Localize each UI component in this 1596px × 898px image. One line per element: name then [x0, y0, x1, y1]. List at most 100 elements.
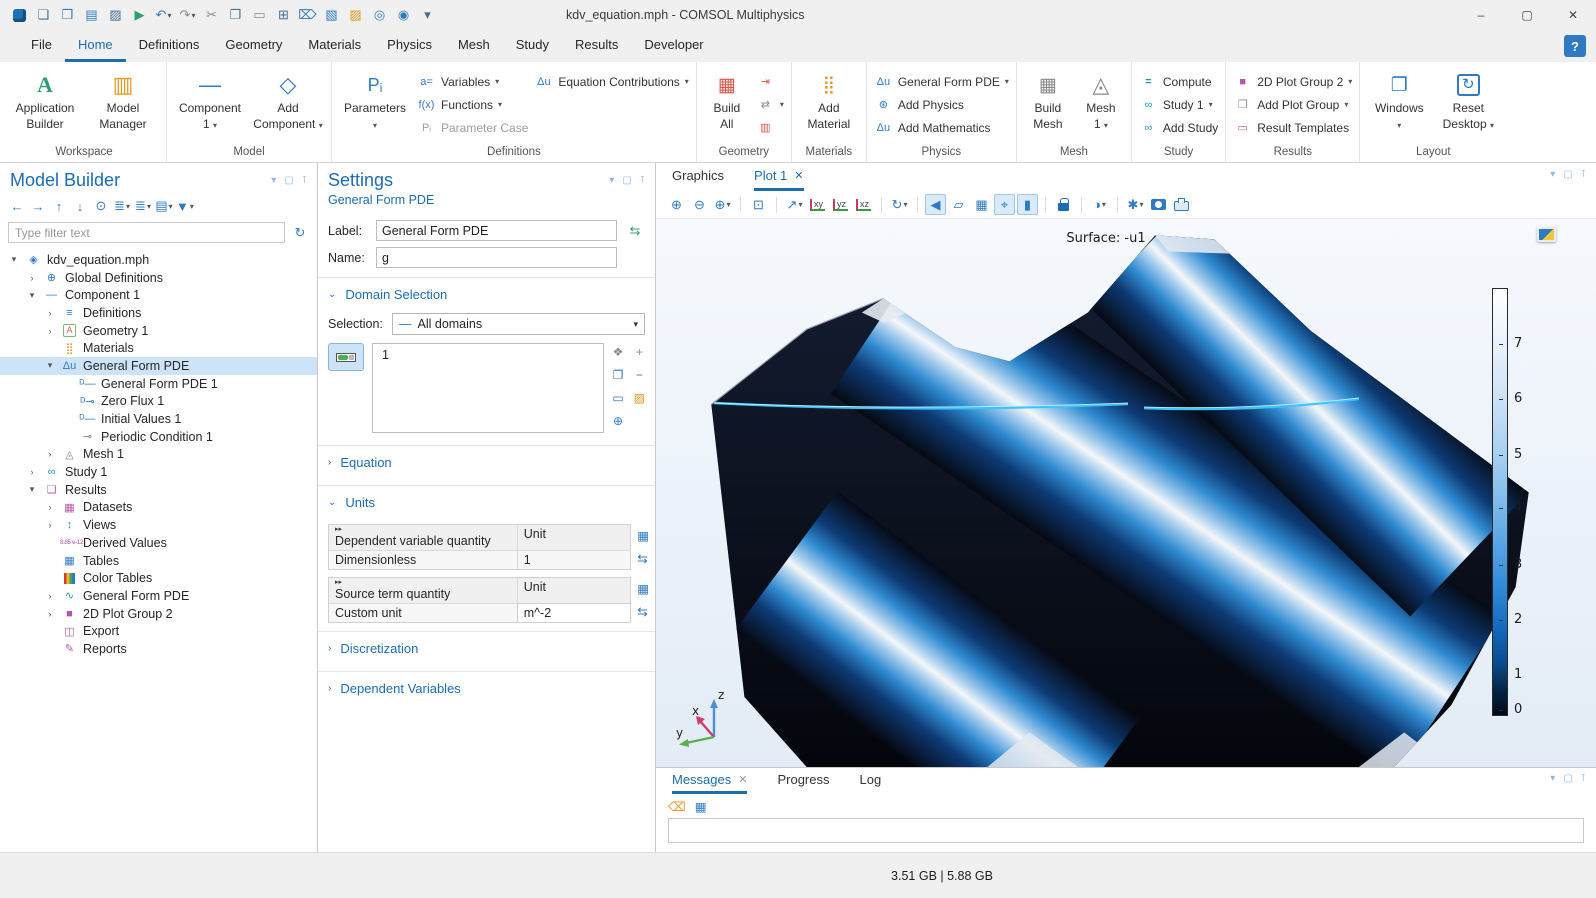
save-button[interactable]: ▤: [80, 4, 103, 26]
filter-text-input[interactable]: [8, 222, 285, 243]
update-plot-button[interactable]: ✱▾: [1125, 194, 1146, 215]
tree-item-tables[interactable]: ▦Tables: [0, 552, 317, 570]
tree-item-initial-values-1[interactable]: ᴰ—Initial Values 1: [0, 410, 317, 428]
expander-icon[interactable]: ›: [44, 609, 56, 619]
message-table-button[interactable]: ▦: [695, 799, 707, 814]
unit-input-cell[interactable]: m^-2: [517, 603, 631, 623]
unit-cell[interactable]: 1: [518, 551, 630, 569]
box-select-button[interactable]: ▧: [320, 4, 343, 26]
tab-messages[interactable]: Messages✕: [672, 768, 747, 794]
expander-icon[interactable]: ›: [44, 449, 56, 459]
tree-item-results-general-form-pde[interactable]: ›∿General Form PDE: [0, 587, 317, 605]
float-panel-icon[interactable]: ▢: [1563, 169, 1572, 180]
more-commands-button[interactable]: ▾: [416, 4, 439, 26]
expander-icon[interactable]: ›: [44, 326, 56, 336]
unit-syntax-button[interactable]: ▦: [637, 528, 649, 543]
environment-button[interactable]: ◑▾: [1089, 194, 1110, 215]
tree-item-materials[interactable]: ⣿Materials: [0, 339, 317, 357]
expander-icon[interactable]: ›: [26, 467, 38, 477]
show-grid-button[interactable]: ▦: [971, 194, 992, 215]
domain-selection-list[interactable]: 1: [372, 343, 604, 433]
zoom-extents-button[interactable]: ⊡: [748, 194, 769, 215]
go-forward-button[interactable]: →: [29, 196, 47, 216]
clear-selection-button[interactable]: ▨: [344, 4, 367, 26]
scene-light-button[interactable]: ◀: [925, 194, 946, 215]
windows-button[interactable]: ❐Windows▾: [1367, 64, 1431, 145]
section-domain-selection[interactable]: ⌄Domain Selection: [318, 277, 655, 311]
add-physics-button[interactable]: ⊛Add Physics: [874, 95, 1009, 114]
image-snapshot-button[interactable]: [1148, 194, 1169, 215]
tree-item-general-form-pde[interactable]: ▾ΔuGeneral Form PDE: [0, 357, 317, 375]
tree-item-definitions[interactable]: ›≡Definitions: [0, 304, 317, 322]
plot-image-icon[interactable]: [1537, 227, 1556, 242]
section-units[interactable]: ⌄Units: [318, 485, 655, 519]
tree-item-general-form-pde-1[interactable]: ᴰ—General Form PDE 1: [0, 375, 317, 393]
add-material-button[interactable]: ⣿AddMaterial: [799, 64, 859, 145]
functions-button[interactable]: f(x)Functions▾: [417, 95, 528, 114]
panel-menu-icon[interactable]: ▾: [609, 175, 614, 186]
show-axis-button[interactable]: ⌖: [994, 194, 1015, 215]
tab-log[interactable]: Log: [860, 768, 882, 794]
selection-dropdown[interactable]: —All domains▾: [392, 313, 645, 335]
move-up-button[interactable]: ↑: [50, 196, 68, 216]
paste-button[interactable]: ▭: [248, 4, 271, 26]
panel-menu-icon[interactable]: ▾: [1550, 169, 1555, 180]
variables-button[interactable]: a=Variables▾: [417, 72, 528, 91]
add-mathematics-button[interactable]: ΔuAdd Mathematics: [874, 118, 1009, 137]
new-file-button[interactable]: ❏: [32, 4, 55, 26]
view-xy-button[interactable]: xy: [807, 194, 828, 215]
refresh-icon[interactable]: ↻: [291, 223, 309, 243]
tree-item-periodic-condition-1[interactable]: ⊸Periodic Condition 1: [0, 428, 317, 446]
expander-icon[interactable]: ›: [44, 308, 56, 318]
tab-materials[interactable]: Materials: [295, 30, 374, 62]
help-button[interactable]: ?: [1564, 35, 1586, 57]
find-button[interactable]: ◎: [368, 4, 391, 26]
undo-button[interactable]: ↶▾: [152, 4, 175, 26]
tab-mesh[interactable]: Mesh: [445, 30, 503, 62]
mesh-1-button[interactable]: ◬Mesh1 ▾: [1078, 64, 1124, 145]
view-xz-button[interactable]: xz: [853, 194, 874, 215]
tree-item-2d-plot-group-2[interactable]: ›■2D Plot Group 2: [0, 605, 317, 623]
collapse-all-button[interactable]: ≣▾: [134, 196, 152, 216]
model-tree-nodes-button[interactable]: ▤▾: [155, 196, 173, 216]
expander-icon[interactable]: ›: [44, 520, 56, 530]
float-panel-icon[interactable]: ▢: [284, 175, 293, 186]
tree-item-reports[interactable]: ✎Reports: [0, 640, 317, 658]
pin-panel-icon[interactable]: ⊺: [302, 175, 307, 186]
float-panel-icon[interactable]: ▢: [1563, 773, 1572, 784]
expander-icon[interactable]: ▾: [44, 360, 56, 371]
section-dependent-variables[interactable]: ›Dependent Variables: [318, 671, 655, 705]
tab-graphics[interactable]: Graphics: [672, 163, 724, 191]
equation-contributions-button[interactable]: ΔuEquation Contributions▾: [534, 72, 688, 91]
paste-special-button[interactable]: ⊞: [272, 4, 295, 26]
rotate-view-button[interactable]: ↻▾: [889, 194, 910, 215]
plot-canvas[interactable]: Surface: -u1 7 6 5 4 3 2 1 0: [656, 219, 1596, 767]
tab-results[interactable]: Results: [562, 30, 631, 62]
tree-item-datasets[interactable]: ›▦Datasets: [0, 499, 317, 517]
result-templates-button[interactable]: ▭Result Templates: [1233, 118, 1352, 137]
tree-item-mesh-1[interactable]: ›◬Mesh 1: [0, 446, 317, 464]
show-color-legend-button[interactable]: ▮: [1017, 194, 1038, 215]
compute-button[interactable]: =Compute: [1139, 72, 1218, 91]
application-builder-button[interactable]: AApplicationBuilder: [9, 64, 81, 145]
study-1-button[interactable]: ∞Study 1▾: [1139, 95, 1218, 114]
filter-button[interactable]: ▼▾: [176, 196, 194, 216]
create-selection-button[interactable]: ❖: [613, 345, 624, 359]
build-all-button[interactable]: ▦BuildAll: [704, 64, 750, 145]
expander-icon[interactable]: ▾: [26, 484, 38, 495]
tab-progress[interactable]: Progress: [777, 768, 829, 794]
unit-syntax-button[interactable]: ▦: [637, 581, 649, 596]
tab-geometry[interactable]: Geometry: [212, 30, 295, 62]
zoom-box-button[interactable]: ⊕▾: [712, 194, 733, 215]
save-as-button[interactable]: ▨: [104, 4, 127, 26]
expander-icon[interactable]: ›: [26, 273, 38, 283]
pin-panel-icon[interactable]: ⊺: [1581, 169, 1586, 180]
search-button[interactable]: ◉: [392, 4, 415, 26]
expander-icon[interactable]: ›: [44, 502, 56, 512]
quantity-cell[interactable]: Custom unit: [329, 604, 518, 622]
build-mesh-button[interactable]: ▦BuildMesh: [1024, 64, 1072, 145]
label-input[interactable]: [376, 220, 617, 241]
2d-plot-group-2-button[interactable]: ■2D Plot Group 2▾: [1233, 72, 1352, 91]
tab-home[interactable]: Home: [65, 30, 126, 62]
view-yz-button[interactable]: yz: [830, 194, 851, 215]
